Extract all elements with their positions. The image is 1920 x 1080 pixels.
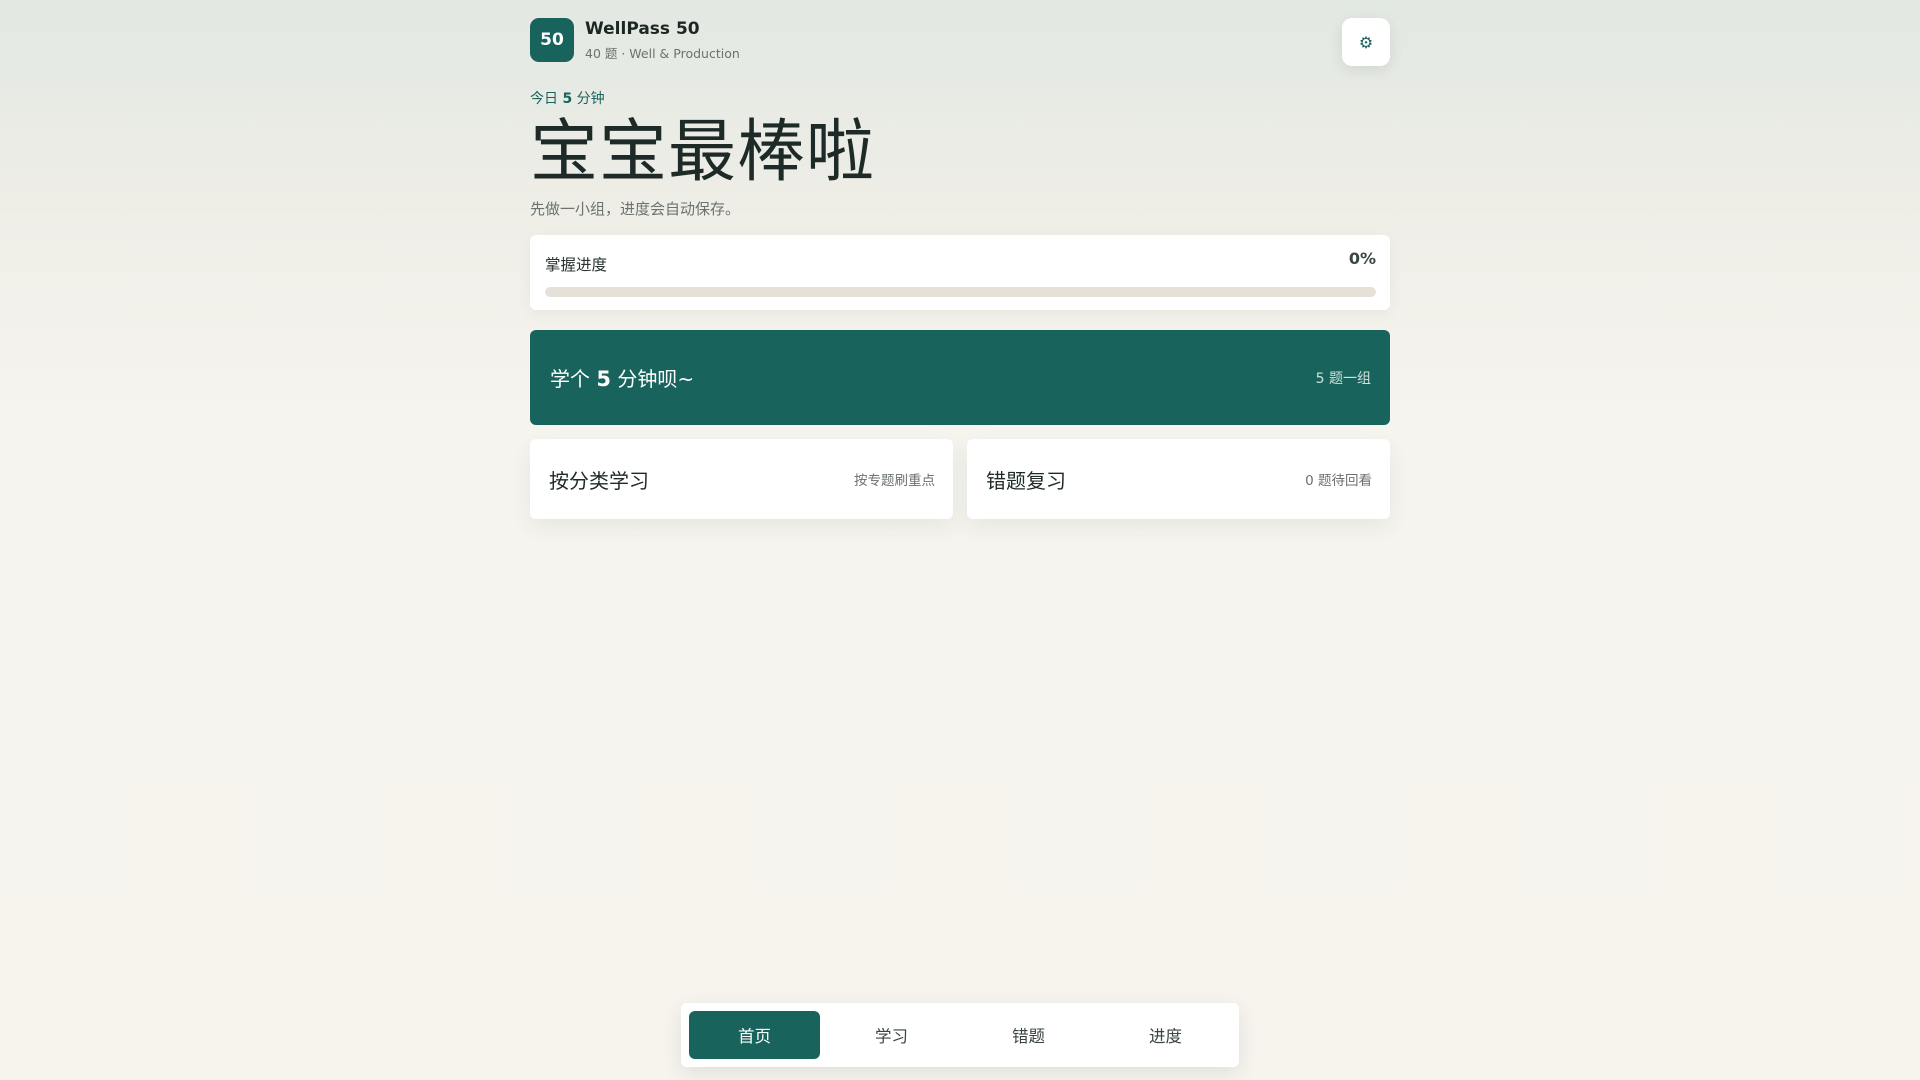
bottom-nav: 首页 学习 错题 进度	[681, 1003, 1239, 1067]
today-minutes: 5	[562, 91, 573, 107]
nav-item-home[interactable]: 首页	[689, 1011, 820, 1059]
start-5-min-button[interactable]: 学个 5 分钟呗~ 5 题一组	[530, 330, 1390, 425]
card-meta: 0 题待回看	[1305, 473, 1372, 489]
app-header: 50 WellPass 50 40 题 · Well & Production …	[530, 18, 1390, 66]
page-title: 宝宝最棒啦	[530, 113, 876, 192]
card-title: 按分类学习	[549, 468, 649, 493]
app-badge: 50	[530, 18, 574, 62]
cta-label-prefix: 学个	[550, 367, 590, 391]
cta-meta: 5 题一组	[1315, 370, 1371, 387]
app-page: 50 WellPass 50 40 题 · Well & Production …	[0, 0, 1920, 1080]
brand: 50 WellPass 50 40 题 · Well & Production	[530, 18, 740, 62]
today-prefix: 今日	[530, 91, 558, 107]
cta-label-number: 5	[596, 367, 611, 391]
nav-item-study[interactable]: 学习	[826, 1011, 957, 1059]
study-options: 按分类学习 按专题刷重点 错题复习 0 题待回看	[530, 439, 1390, 519]
gear-icon: ⚙	[1358, 32, 1374, 52]
main-container: 50 WellPass 50 40 题 · Well & Production …	[530, 18, 1390, 519]
card-meta: 按专题刷重点	[854, 473, 935, 489]
study-by-category-card[interactable]: 按分类学习 按专题刷重点	[530, 439, 953, 519]
settings-button[interactable]: ⚙	[1342, 18, 1390, 66]
cta-label-suffix: 分钟呗~	[617, 367, 695, 391]
progress-label: 掌握进度	[545, 256, 608, 274]
nav-item-progress[interactable]: 进度	[1100, 1011, 1231, 1059]
progress-header: 掌握进度 0%	[545, 249, 1376, 275]
mastery-progress-card: 掌握进度 0%	[530, 235, 1390, 310]
progress-value: 0%	[1348, 249, 1376, 268]
brand-text: WellPass 50 40 题 · Well & Production	[585, 19, 740, 62]
app-name: WellPass 50	[585, 18, 700, 39]
cta-label: 学个 5 分钟呗~	[550, 363, 694, 392]
wrong-review-card[interactable]: 错题复习 0 题待回看	[967, 439, 1390, 519]
card-title: 错题复习	[986, 468, 1066, 493]
today-goal: 今日 5 分钟	[530, 88, 1390, 108]
today-suffix: 分钟	[576, 91, 605, 107]
app-subtitle: 40 题 · Well & Production	[585, 45, 740, 61]
progress-track	[545, 287, 1376, 297]
page-subtitle: 先做一小组，进度会自动保存。	[530, 200, 741, 218]
nav-item-mistakes[interactable]: 错题	[963, 1011, 1094, 1059]
